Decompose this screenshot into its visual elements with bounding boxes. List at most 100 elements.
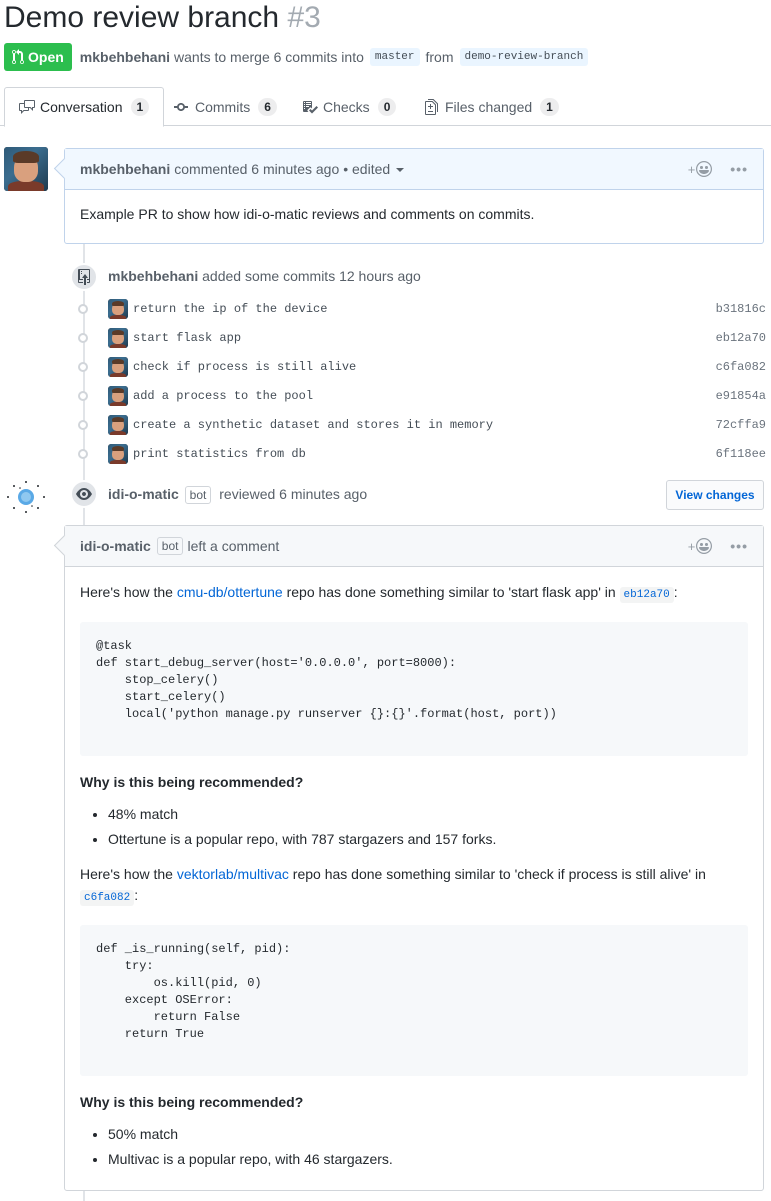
intro-text: : <box>134 887 139 903</box>
comment-author-link[interactable]: mkbehbehani <box>80 161 170 177</box>
intro-text: repo has done something similar to 'chec… <box>292 866 706 882</box>
eye-icon <box>70 480 98 508</box>
comment-action-text: left a comment <box>187 538 280 554</box>
commit-message-link[interactable]: print statistics from db <box>133 447 306 461</box>
git-commit-icon <box>78 391 88 401</box>
tab-label: Checks <box>323 98 370 115</box>
commit-row[interactable]: check if process is still alive c6fa082 <box>78 356 766 378</box>
pr-number: #3 <box>287 1 321 34</box>
more-options-icon[interactable]: ••• <box>730 161 748 177</box>
state-badge: Open <box>4 43 72 71</box>
bot-label: bot <box>184 486 212 504</box>
merge-text: wants to merge 6 commits into <box>174 49 364 65</box>
commit-author-avatar[interactable] <box>108 386 128 406</box>
comment-timestamp[interactable]: commented 6 minutes ago <box>174 161 339 177</box>
tab-counter: 0 <box>377 97 397 116</box>
reason-item: Ottertune is a popular repo, with 787 st… <box>108 827 748 852</box>
suggestion-intro: Here's how the cmu-db/ottertune repo has… <box>80 582 748 606</box>
comment-discussion-icon <box>19 100 35 114</box>
tab-checks[interactable]: Checks 0 <box>302 87 397 126</box>
commit-author-avatar[interactable] <box>108 328 128 348</box>
reason-list: 48% match Ottertune is a popular repo, w… <box>80 802 748 852</box>
git-commit-icon <box>174 102 188 111</box>
edited-label: • edited <box>343 161 391 177</box>
diff-icon <box>425 98 438 115</box>
view-changes-button[interactable]: View changes <box>666 480 764 510</box>
pr-title-text: Demo review branch <box>4 1 280 34</box>
reason-item: 50% match <box>108 1122 748 1147</box>
commit-sha-link[interactable]: eb12a70 <box>619 587 674 603</box>
pr-tabs: Conversation 1 Commits 6 Checks 0 Files … <box>0 87 771 127</box>
suggestion-intro: Here's how the vektorlab/multivac repo h… <box>80 864 748 909</box>
commit-message-link[interactable]: start flask app <box>133 331 241 345</box>
push-event-text: added some commits 12 hours ago <box>202 268 421 284</box>
pr-title: Demo review branch #3 <box>4 0 321 36</box>
more-options-icon[interactable]: ••• <box>730 538 748 554</box>
state-label: Open <box>28 49 64 65</box>
commit-row[interactable]: return the ip of the device b31816c <box>78 298 766 320</box>
checklist-icon <box>303 100 318 113</box>
pr-meta: Open mkbehbehani wants to merge 6 commit… <box>4 43 594 71</box>
commit-sha-link[interactable]: c6fa082 <box>716 360 766 374</box>
git-commit-icon <box>78 362 88 372</box>
reason-item: 48% match <box>108 802 748 827</box>
commit-author-avatar[interactable] <box>108 415 128 435</box>
base-branch[interactable]: master <box>369 48 420 66</box>
tab-label: Commits <box>195 98 251 115</box>
author-avatar[interactable] <box>4 147 48 191</box>
why-heading: Why is this being recommended? <box>80 1094 304 1110</box>
add-reaction-button[interactable]: + <box>688 538 713 554</box>
tab-label: Conversation <box>40 99 123 115</box>
commit-sha-link[interactable]: b31816c <box>716 302 766 316</box>
comment-header: mkbehbehani commented 6 minutes ago • ed… <box>65 149 763 190</box>
commit-sha-link[interactable]: 6f118ee <box>716 447 766 461</box>
intro-text: repo has done something similar to 'star… <box>286 584 616 600</box>
commit-row[interactable]: start flask app eb12a70 <box>78 327 766 349</box>
tab-commits[interactable]: Commits 6 <box>174 87 277 126</box>
commit-message-link[interactable]: add a process to the pool <box>133 389 313 403</box>
intro-text: Here's how the <box>80 584 173 600</box>
repo-link[interactable]: vektorlab/multivac <box>177 866 289 882</box>
commit-message-link[interactable]: return the ip of the device <box>133 302 327 316</box>
commit-sha-link[interactable]: eb12a70 <box>716 331 766 345</box>
pr-author-link[interactable]: mkbehbehani <box>80 49 170 65</box>
add-reaction-button[interactable]: + <box>688 161 713 177</box>
commit-author-avatar[interactable] <box>108 357 128 377</box>
pr-description-comment: mkbehbehani commented 6 minutes ago • ed… <box>64 148 764 244</box>
edited-dropdown[interactable]: • edited <box>343 161 405 177</box>
commit-message-link[interactable]: create a synthetic dataset and stores it… <box>133 418 493 432</box>
repo-push-icon <box>70 263 98 291</box>
commit-author-avatar[interactable] <box>108 299 128 319</box>
commit-row[interactable]: create a synthetic dataset and stores it… <box>78 414 766 436</box>
comment-header: idi-o-matic bot left a comment + ••• <box>65 526 763 567</box>
commit-row[interactable]: add a process to the pool e91854a <box>78 385 766 407</box>
code-snippet: def _is_running(self, pid): try: os.kill… <box>80 925 748 1076</box>
repo-link[interactable]: cmu-db/ottertune <box>177 584 283 600</box>
commit-sha-link[interactable]: e91854a <box>716 389 766 403</box>
tab-counter: 1 <box>130 98 150 116</box>
commit-message-link[interactable]: check if process is still alive <box>133 360 356 374</box>
merge-from-text: from <box>425 49 454 65</box>
tab-label: Files changed <box>445 98 533 115</box>
comment-body: Example PR to show how idi-o-matic revie… <box>80 206 535 222</box>
commit-sha-link[interactable]: 72cffa9 <box>716 418 766 432</box>
commit-row[interactable]: print statistics from db 6f118ee <box>78 443 766 465</box>
review-comment: idi-o-matic bot left a comment + ••• Her… <box>64 525 764 1191</box>
comment-author-link[interactable]: idi-o-matic <box>80 538 151 554</box>
commit-author-avatar[interactable] <box>108 444 128 464</box>
reason-list: 50% match Multivac is a popular repo, wi… <box>80 1122 748 1172</box>
review-event: idi-o-matic bot reviewed 6 minutes ago <box>108 486 367 504</box>
git-commit-icon <box>78 449 88 459</box>
tab-files-changed[interactable]: Files changed 1 <box>424 87 559 126</box>
reviewer-link[interactable]: idi-o-matic <box>108 486 179 502</box>
smiley-icon <box>696 538 713 554</box>
bot-avatar[interactable] <box>4 478 48 516</box>
tab-counter: 1 <box>540 97 559 116</box>
head-branch[interactable]: demo-review-branch <box>459 48 589 66</box>
git-commit-icon <box>78 304 88 314</box>
push-author-link[interactable]: mkbehbehani <box>108 268 198 284</box>
tab-conversation[interactable]: Conversation 1 <box>4 87 165 127</box>
git-commit-icon <box>78 420 88 430</box>
commit-sha-link[interactable]: c6fa082 <box>80 890 135 906</box>
intro-text: : <box>673 584 678 600</box>
